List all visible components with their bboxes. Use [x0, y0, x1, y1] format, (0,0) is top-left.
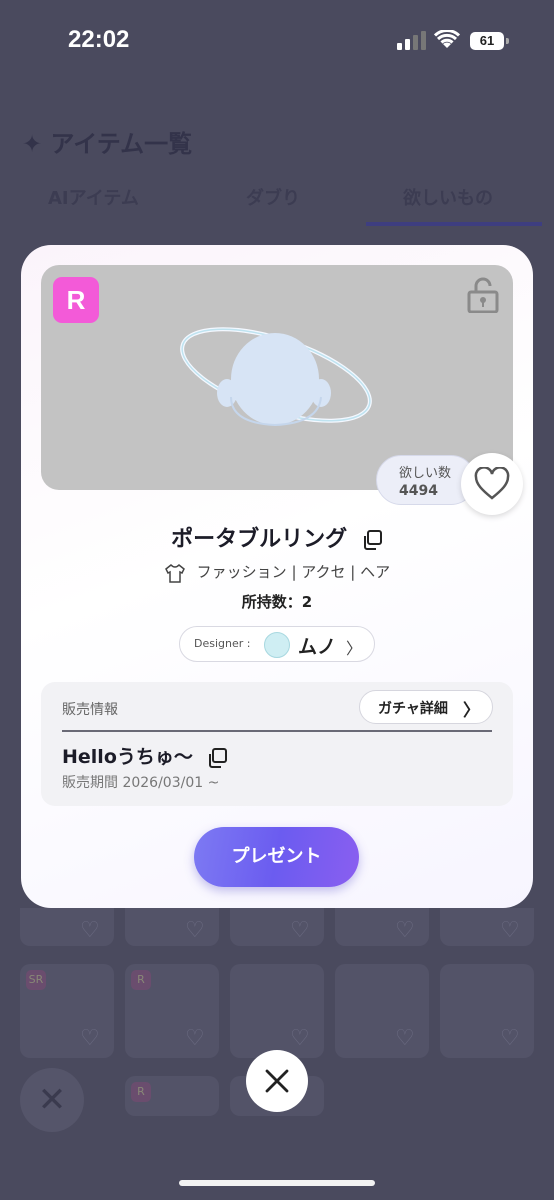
- heart-icon: ♡: [500, 918, 520, 943]
- signal-icon: [397, 31, 426, 50]
- grid-item: ♡: [20, 908, 114, 946]
- sales-info-header: 販売情報: [62, 702, 118, 718]
- background-tabs: AIアイテム ダブり 欲しいもの: [0, 178, 554, 228]
- heart-icon: ♡: [395, 1026, 415, 1051]
- present-button[interactable]: プレゼント: [194, 827, 359, 887]
- item-name-row: ポータブルリング: [21, 521, 533, 553]
- tab-ai-items: AIアイテム: [48, 188, 139, 209]
- heart-icon: ♡: [395, 918, 415, 943]
- grid-item: ♡: [230, 964, 324, 1058]
- heart-icon: ♡: [80, 918, 100, 943]
- wishlist-heart-button[interactable]: [461, 453, 523, 515]
- gacha-detail-label: ガチャ詳細: [378, 701, 448, 717]
- copy-icon[interactable]: [206, 747, 228, 769]
- grid-item: R: [125, 1076, 219, 1116]
- grid-item: ♡: [335, 964, 429, 1058]
- status-time: 22:02: [68, 26, 130, 53]
- grid-item: ♡: [230, 908, 324, 946]
- close-icon: [265, 1069, 289, 1093]
- grid-item: ♡: [125, 908, 219, 946]
- item-category-row: ファッション | アクセ | ヘア: [21, 561, 533, 583]
- battery-indicator: 61: [470, 32, 510, 50]
- heart-icon: [474, 467, 510, 500]
- shirt-icon: [164, 563, 185, 583]
- designer-avatar: [264, 632, 290, 658]
- gacha-name-row: Helloうちゅ〜: [62, 742, 228, 769]
- sales-info-box: 販売情報 ガチャ詳細 〉 Helloうちゅ〜 販売期間 2026/03/01 ~: [41, 682, 513, 806]
- heart-icon: ♡: [185, 1026, 205, 1051]
- divider: [62, 730, 492, 732]
- grid-item: ♡: [440, 964, 534, 1058]
- battery-nub: [506, 38, 509, 44]
- lock-icon[interactable]: [467, 277, 499, 313]
- tab-duplicates: ダブり: [246, 188, 300, 209]
- status-bar: 22:02 61: [0, 0, 554, 80]
- designer-label: Designer :: [194, 637, 251, 650]
- background-close-icon: ✕: [20, 1068, 84, 1132]
- heart-icon: ♡: [185, 918, 205, 943]
- rarity-badge: R: [131, 970, 151, 990]
- tab-wishlist: 欲しいもの: [403, 188, 493, 209]
- sale-period: 販売期間 2026/03/01 ~: [62, 775, 220, 791]
- item-category: ファッション | アクセ | ヘア: [196, 563, 391, 581]
- active-tab-underline: [366, 222, 542, 226]
- heart-icon: ♡: [80, 1026, 100, 1051]
- rarity-badge: R: [53, 277, 99, 323]
- owned-count: 所持数：2: [241, 593, 313, 611]
- background-page-title: ✦ アイテム一覧: [22, 130, 193, 158]
- item-detail-modal: R 欲しい数 4494 ポータブルリング ファッション | アクセ | ヘア 所…: [21, 245, 533, 908]
- chevron-right-icon: 〉: [463, 701, 480, 721]
- grid-item: ♡: [335, 908, 429, 946]
- designer-link[interactable]: Designer : ムノ 〉: [179, 626, 375, 662]
- battery-level: 61: [470, 32, 504, 50]
- grid-item: SR ♡: [20, 964, 114, 1058]
- gacha-detail-button[interactable]: ガチャ詳細 〉: [359, 690, 493, 724]
- heart-icon: ♡: [290, 918, 310, 943]
- item-image: [180, 327, 372, 427]
- copy-icon[interactable]: [361, 529, 383, 551]
- heart-icon: ♡: [500, 1026, 520, 1051]
- designer-name: ムノ: [298, 636, 337, 658]
- rarity-badge: SR: [26, 970, 46, 990]
- gacha-name: Helloうちゅ〜: [62, 746, 193, 768]
- item-name: ポータブルリング: [171, 527, 348, 552]
- grid-item: ♡: [440, 908, 534, 946]
- chevron-right-icon: 〉: [346, 639, 363, 658]
- close-button[interactable]: [246, 1050, 308, 1112]
- rarity-badge: R: [131, 1082, 151, 1102]
- home-indicator[interactable]: [179, 1180, 375, 1186]
- grid-item: R ♡: [125, 964, 219, 1058]
- heart-icon: ♡: [290, 1026, 310, 1051]
- wifi-icon: [434, 30, 460, 48]
